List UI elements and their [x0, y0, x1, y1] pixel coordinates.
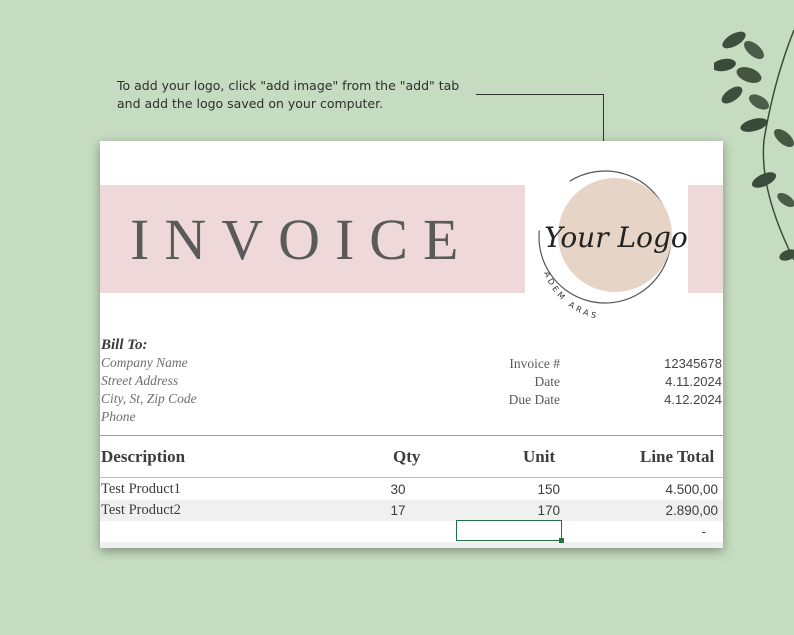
bill-to-heading: Bill To: — [101, 337, 148, 353]
invoice-number-label: Invoice # — [509, 356, 560, 371]
row-unit[interactable]: 150 — [490, 479, 560, 500]
bill-to-city[interactable]: City, St, Zip Code — [101, 390, 197, 408]
header-unit: Unit — [523, 447, 556, 466]
due-date-label: Due Date — [508, 392, 560, 407]
date-label: Date — [534, 374, 560, 389]
fill-handle[interactable] — [559, 538, 564, 543]
row-line-total[interactable]: 2.890,00 — [600, 500, 718, 521]
row-description[interactable]: Test Product1 — [101, 479, 181, 500]
header-bottom-rule — [100, 477, 723, 478]
logo-placeholder[interactable]: Your Logo ADEM ARAS — [520, 155, 690, 325]
table-row: - — [100, 521, 723, 542]
table-top-rule — [100, 435, 723, 436]
invoice-number-value[interactable]: 12345678 — [610, 355, 722, 373]
logo-script-text: Your Logo — [544, 221, 687, 254]
bill-to-company[interactable]: Company Name — [101, 354, 197, 372]
row-unit[interactable]: 170 — [490, 500, 560, 521]
table-row: Test Product2 17 170 2.890,00 — [100, 500, 723, 521]
row-line-total[interactable]: - — [600, 521, 707, 542]
eucalyptus-plant-decoration — [714, 29, 794, 261]
title-band-right — [688, 185, 723, 293]
bill-to-phone[interactable]: Phone — [101, 408, 197, 426]
bill-to-street[interactable]: Street Address — [101, 372, 197, 390]
row-qty[interactable]: 30 — [380, 479, 416, 500]
date-value[interactable]: 4.11.2024 — [610, 373, 722, 391]
row-description[interactable]: Test Product2 — [101, 500, 181, 521]
table-row-partial — [100, 542, 723, 548]
instruction-caption: To add your logo, click "add image" from… — [117, 78, 460, 111]
due-date-value[interactable]: 4.12.2024 — [610, 391, 722, 409]
header-line-total: Line Total — [640, 447, 715, 466]
leader-line-horizontal — [476, 94, 604, 95]
header-description: Description — [101, 447, 186, 466]
header-qty: Qty — [393, 447, 421, 466]
row-qty[interactable]: 17 — [380, 500, 416, 521]
selected-cell[interactable] — [456, 520, 564, 543]
invoice-sheet: INVOICE Your Logo ADEM ARAS Bill To: Com… — [100, 141, 723, 548]
table-row: Test Product1 30 150 4.500,00 — [100, 479, 723, 500]
invoice-title: INVOICE — [130, 207, 474, 272]
bill-to-block: Bill To: Company Name Street Address Cit… — [101, 336, 197, 426]
row-line-total[interactable]: 4.500,00 — [600, 479, 718, 500]
